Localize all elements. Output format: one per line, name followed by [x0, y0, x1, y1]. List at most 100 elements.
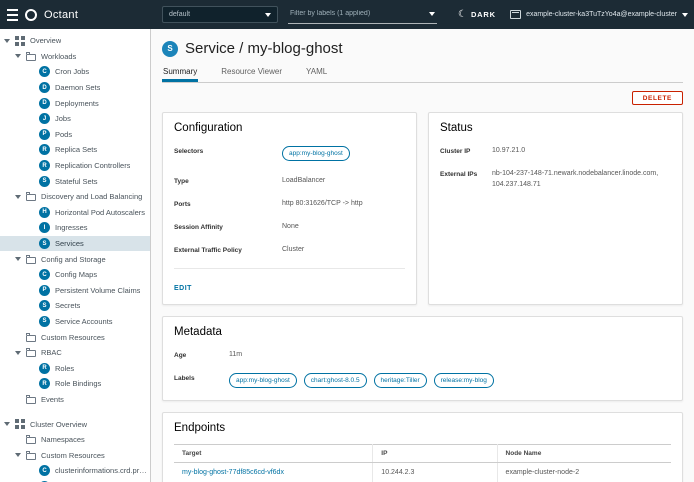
tab-yaml[interactable]: YAML [305, 67, 328, 82]
sidebar-item-label: Deployments [55, 99, 99, 108]
chevron-down-icon [682, 13, 688, 17]
sidebar-item-replica-sets[interactable]: R Replica Sets [0, 142, 150, 158]
page-title: Service / my-blog-ghost [185, 40, 343, 57]
sidebar-item-config-maps[interactable]: C Config Maps [0, 267, 150, 283]
sidebar-item-label: Config and Storage [41, 255, 106, 264]
sidebar-item-label: Services [55, 239, 84, 248]
cron-jobs-icon: C [39, 66, 50, 77]
row-value: nb-104-237-148-71.newark.nodebalancer.li… [492, 169, 671, 191]
theme-toggle-label: DARK [471, 10, 496, 19]
sidebar-item-cron-jobs[interactable]: C Cron Jobs [0, 64, 150, 80]
sidebar-item-service-accounts[interactable]: S Service Accounts [0, 314, 150, 330]
stateful-sets-icon: S [39, 176, 50, 187]
cluster-context[interactable]: example-cluster-ka3TuTzYo4a@example-clus… [510, 0, 688, 29]
sidebar-item-horizontal-pod-autoscalers[interactable]: H Horizontal Pod Autoscalers [0, 205, 150, 221]
service-accounts-icon: S [39, 316, 50, 327]
sidebar-item-custom-resources[interactable]: Custom Resources [0, 329, 150, 345]
sidebar-item-events[interactable]: Events [0, 392, 150, 408]
folder-icon [26, 453, 36, 460]
chevron-down-icon[interactable] [15, 351, 21, 355]
menu-icon[interactable] [7, 9, 18, 21]
endpoints-table: Target IP Node Name my-blog-ghost-77df85… [174, 444, 671, 482]
sidebar-item-label: Ingresses [55, 223, 88, 232]
chevron-down-icon[interactable] [15, 453, 21, 457]
sidebar-item-label: Workloads [41, 52, 76, 61]
sidebar-item-workloads[interactable]: Workloads [0, 49, 150, 65]
sidebar-item-ingresses[interactable]: I Ingresses [0, 220, 150, 236]
label-chip[interactable]: release:my-blog [434, 373, 494, 388]
daemon-sets-icon: D [39, 82, 50, 93]
sidebar-item-label: Cluster Overview [30, 420, 87, 429]
status-card: Status Cluster IP 10.97.21.0 External IP… [428, 112, 683, 305]
sidebar-item-daemon-sets[interactable]: D Daemon Sets [0, 80, 150, 96]
chevron-down-icon[interactable] [15, 54, 21, 58]
octant-logo-icon [25, 9, 37, 21]
row-label: Session Affinity [174, 222, 282, 231]
sidebar-item-config-and-storage[interactable]: Config and Storage [0, 251, 150, 267]
sidebar-item-label: Stateful Sets [55, 177, 98, 186]
app-title: Octant [44, 9, 78, 21]
theme-toggle[interactable]: ☾ DARK [458, 0, 496, 29]
sidebar-item-label: RBAC [41, 348, 62, 357]
tab-resource-viewer[interactable]: Resource Viewer [220, 67, 283, 82]
configuration-card: Configuration Selectors app:my-blog-ghos… [162, 112, 417, 305]
row-value: 10.97.21.0 [492, 146, 525, 157]
endpoints-card: Endpoints Target IP Node Name my-blog-gh… [162, 412, 683, 482]
metadata-title: Metadata [174, 326, 671, 338]
sidebar-item-clusterinformations[interactable]: C clusterinformations.crd.projec [0, 463, 150, 479]
sidebar-item-overview[interactable]: Overview [0, 33, 150, 49]
chevron-down-icon[interactable] [429, 12, 435, 16]
sidebar-item-deployments[interactable]: D Deployments [0, 95, 150, 111]
chevron-down-icon[interactable] [4, 39, 10, 43]
sidebar-item-custom-resources-cluster[interactable]: Custom Resources [0, 447, 150, 463]
tab-summary[interactable]: Summary [162, 67, 198, 82]
sidebar-item-stateful-sets[interactable]: S Stateful Sets [0, 173, 150, 189]
row-label: Type [174, 176, 282, 185]
selector-label-chip[interactable]: app:my-blog-ghost [282, 146, 350, 161]
replication-controllers-icon: R [39, 160, 50, 171]
status-title: Status [440, 122, 671, 134]
sidebar-item-persistent-volume-claims[interactable]: P Persistent Volume Claims [0, 283, 150, 299]
sidebar-item-label: Config Maps [55, 270, 97, 279]
namespace-select[interactable]: default [162, 6, 278, 23]
jobs-icon: J [39, 113, 50, 124]
cluster-context-label: example-cluster-ka3TuTzYo4a@example-clus… [526, 11, 677, 18]
sidebar-item-label: Replication Controllers [55, 161, 130, 170]
sidebar-item-rbac[interactable]: RBAC [0, 345, 150, 361]
column-header-node-name: Node Name [497, 445, 671, 463]
delete-button[interactable]: DELETE [632, 91, 683, 105]
clusterinformations-icon: C [39, 465, 50, 476]
sidebar-item-roles[interactable]: R Roles [0, 360, 150, 376]
chevron-down-icon[interactable] [4, 422, 10, 426]
sidebar-item-cluster-overview[interactable]: Cluster Overview [0, 416, 150, 432]
row-label: Cluster IP [440, 146, 492, 155]
sidebar-item-namespaces[interactable]: Namespaces [0, 432, 150, 448]
label-filter-input[interactable] [288, 6, 424, 21]
sidebar-item-label: Horizontal Pod Autoscalers [55, 208, 145, 217]
deployments-icon: D [39, 98, 50, 109]
row-label: Selectors [174, 146, 282, 155]
sidebar-item-secrets[interactable]: S Secrets [0, 298, 150, 314]
label-chip[interactable]: app:my-blog-ghost [229, 373, 297, 388]
label-chip[interactable]: chart:ghost-8.0.5 [304, 373, 367, 388]
label-chip[interactable]: heritage:Tiller [374, 373, 427, 388]
folder-icon [26, 54, 36, 61]
row-label: Ports [174, 199, 282, 208]
sidebar-item-label: Events [41, 395, 64, 404]
summary-cards: Configuration Selectors app:my-blog-ghos… [162, 112, 683, 482]
sidebar-item-partial[interactable] [0, 479, 150, 482]
sidebar-item-label: Roles [55, 364, 74, 373]
chevron-down-icon[interactable] [15, 195, 21, 199]
namespace-select-value: default [169, 11, 190, 18]
sidebar-item-role-bindings[interactable]: R Role Bindings [0, 376, 150, 392]
sidebar-item-services[interactable]: S Services [0, 236, 150, 252]
config-row-type: Type LoadBalancer [174, 176, 405, 187]
endpoint-ip: 10.244.2.3 [373, 463, 497, 482]
sidebar-item-discovery-and-load-balancing[interactable]: Discovery and Load Balancing [0, 189, 150, 205]
sidebar-item-replication-controllers[interactable]: R Replication Controllers [0, 158, 150, 174]
chevron-down-icon[interactable] [15, 257, 21, 261]
edit-link[interactable]: EDIT [174, 285, 192, 292]
sidebar-item-jobs[interactable]: J Jobs [0, 111, 150, 127]
endpoint-target-link[interactable]: my-blog-ghost-77df85c6cd-vf6dx [182, 469, 284, 476]
sidebar-item-pods[interactable]: P Pods [0, 127, 150, 143]
